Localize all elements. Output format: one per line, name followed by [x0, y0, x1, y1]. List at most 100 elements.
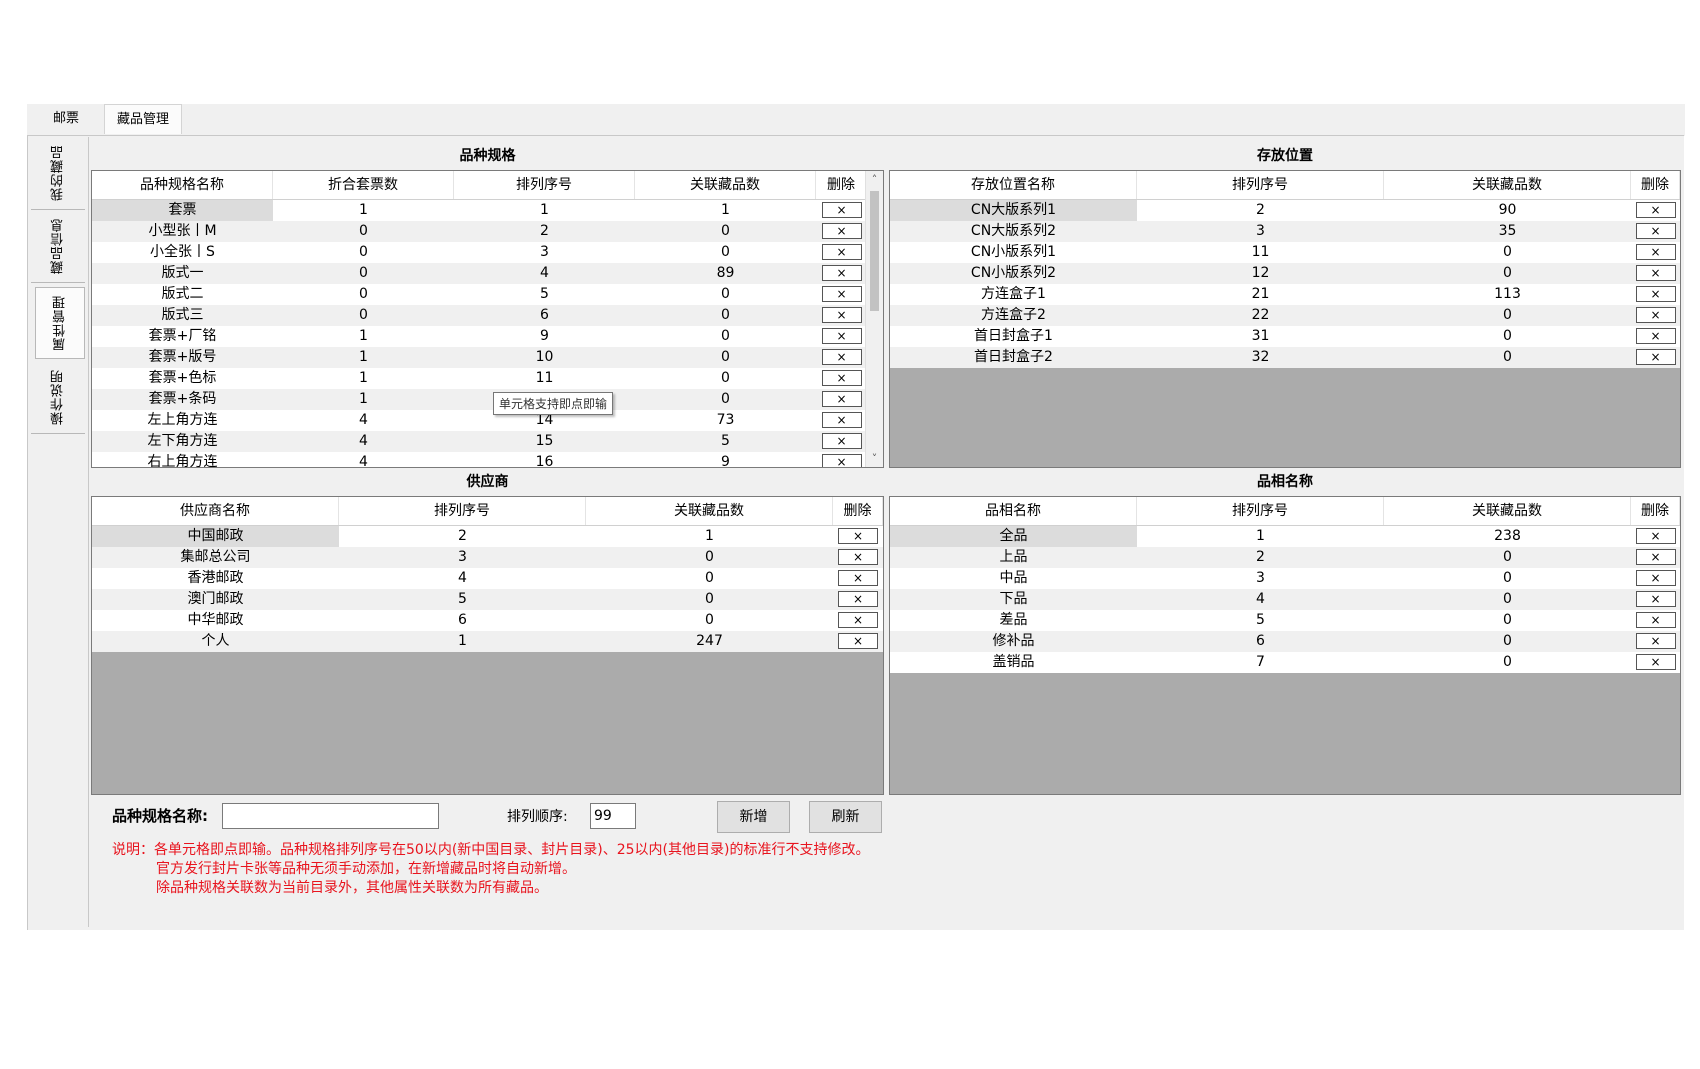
- supplier-cell[interactable]: 中华邮政: [92, 610, 339, 631]
- delete-row-button[interactable]: ×: [821, 349, 862, 365]
- supplier-cell[interactable]: 4: [339, 568, 586, 589]
- supplier-cell[interactable]: 香港邮政: [92, 568, 339, 589]
- storage-col-header[interactable]: 存放位置名称: [890, 171, 1137, 199]
- supplier-cell[interactable]: 0: [586, 589, 833, 610]
- storage-cell[interactable]: 11: [1137, 242, 1384, 263]
- delete-row-button[interactable]: ×: [838, 549, 878, 565]
- variety-cell[interactable]: 0: [273, 284, 454, 305]
- condition-cell[interactable]: 6: [1137, 631, 1384, 652]
- condition-table-row[interactable]: 下品 4 0 ×: [890, 589, 1680, 610]
- storage-cell[interactable]: CN小版系列2: [890, 263, 1137, 284]
- storage-cell[interactable]: 12: [1137, 263, 1384, 284]
- condition-cell[interactable]: 修补品: [890, 631, 1137, 652]
- condition-cell[interactable]: 差品: [890, 610, 1137, 631]
- variety-name-input[interactable]: [222, 803, 439, 829]
- condition-cell[interactable]: 全品: [890, 526, 1137, 547]
- delete-row-button[interactable]: ×: [1635, 349, 1676, 365]
- storage-table-row[interactable]: CN大版系列1 2 90 ×: [890, 200, 1680, 221]
- storage-cell[interactable]: 0: [1384, 242, 1631, 263]
- delete-row-button[interactable]: ×: [838, 612, 878, 628]
- condition-cell[interactable]: 238: [1384, 526, 1631, 547]
- delete-row-button[interactable]: ×: [821, 391, 862, 407]
- variety-cell[interactable]: 4: [273, 431, 454, 452]
- supplier-cell[interactable]: 1: [339, 631, 586, 652]
- delete-row-button[interactable]: ×: [821, 202, 862, 218]
- storage-cell[interactable]: 32: [1137, 347, 1384, 368]
- condition-col-header[interactable]: 品相名称: [890, 497, 1137, 525]
- delete-row-button[interactable]: ×: [1635, 286, 1676, 302]
- variety-cell[interactable]: 15: [454, 431, 635, 452]
- variety-cell[interactable]: 套票+版号: [92, 347, 273, 368]
- supplier-cell[interactable]: 1: [586, 526, 833, 547]
- delete-row-button[interactable]: ×: [1635, 223, 1676, 239]
- condition-cell[interactable]: 0: [1384, 589, 1631, 610]
- storage-cell[interactable]: 90: [1384, 200, 1631, 221]
- delete-row-button[interactable]: ×: [1635, 591, 1676, 607]
- storage-table-row[interactable]: CN小版系列2 12 0 ×: [890, 263, 1680, 284]
- add-button[interactable]: 新增: [717, 801, 790, 833]
- storage-cell[interactable]: 方连盒子1: [890, 284, 1137, 305]
- supplier-cell[interactable]: 集邮总公司: [92, 547, 339, 568]
- variety-col-header[interactable]: 品种规格名称: [92, 171, 273, 199]
- variety-table-row[interactable]: 套票+条码 1 0 ×: [92, 389, 867, 410]
- condition-cell[interactable]: 中品: [890, 568, 1137, 589]
- condition-table-row[interactable]: 盖销品 7 0 ×: [890, 652, 1680, 673]
- condition-cell[interactable]: 7: [1137, 652, 1384, 673]
- condition-cell[interactable]: 0: [1384, 631, 1631, 652]
- variety-cell[interactable]: 2: [454, 221, 635, 242]
- supplier-table-row[interactable]: 中华邮政 6 0 ×: [92, 610, 883, 631]
- variety-cell[interactable]: 4: [273, 452, 454, 467]
- tab-stamps[interactable]: 邮票: [38, 104, 94, 133]
- delete-row-button[interactable]: ×: [821, 244, 862, 260]
- variety-cell[interactable]: 5: [635, 431, 816, 452]
- supplier-cell[interactable]: 澳门邮政: [92, 589, 339, 610]
- variety-cell[interactable]: 版式二: [92, 284, 273, 305]
- delete-row-button[interactable]: ×: [1635, 528, 1676, 544]
- storage-cell[interactable]: 0: [1384, 263, 1631, 284]
- storage-table-row[interactable]: 方连盒子2 22 0 ×: [890, 305, 1680, 326]
- delete-row-button[interactable]: ×: [1635, 202, 1676, 218]
- variety-table-row[interactable]: 套票+版号 1 10 0 ×: [92, 347, 867, 368]
- variety-col-header[interactable]: 删除: [816, 171, 867, 199]
- storage-cell[interactable]: 首日封盒子2: [890, 347, 1137, 368]
- variety-cell[interactable]: 套票: [92, 200, 273, 221]
- delete-row-button[interactable]: ×: [821, 433, 862, 449]
- variety-cell[interactable]: 0: [635, 347, 816, 368]
- condition-cell[interactable]: 下品: [890, 589, 1137, 610]
- side-tab-my-collection[interactable]: 我的藏品: [31, 137, 85, 210]
- condition-cell[interactable]: 盖销品: [890, 652, 1137, 673]
- variety-cell[interactable]: 0: [635, 284, 816, 305]
- delete-row-button[interactable]: ×: [1635, 265, 1676, 281]
- supplier-cell[interactable]: 2: [339, 526, 586, 547]
- storage-cell[interactable]: 0: [1384, 305, 1631, 326]
- variety-cell[interactable]: 版式三: [92, 305, 273, 326]
- variety-table-row[interactable]: 右上角方连 4 16 9 ×: [92, 452, 867, 467]
- storage-cell[interactable]: 3: [1137, 221, 1384, 242]
- variety-cell[interactable]: 73: [635, 410, 816, 431]
- delete-row-button[interactable]: ×: [1635, 570, 1676, 586]
- variety-table-row[interactable]: 小全张丨S 0 3 0 ×: [92, 242, 867, 263]
- storage-cell[interactable]: 2: [1137, 200, 1384, 221]
- supplier-table-row[interactable]: 中国邮政 2 1 ×: [92, 526, 883, 547]
- delete-row-button[interactable]: ×: [1635, 549, 1676, 565]
- variety-cell[interactable]: 小型张丨M: [92, 221, 273, 242]
- condition-cell[interactable]: 3: [1137, 568, 1384, 589]
- delete-row-button[interactable]: ×: [838, 591, 878, 607]
- delete-row-button[interactable]: ×: [821, 223, 862, 239]
- condition-table-row[interactable]: 中品 3 0 ×: [890, 568, 1680, 589]
- variety-table-row[interactable]: 套票+色标 1 11 0 ×: [92, 368, 867, 389]
- supplier-table-row[interactable]: 个人 1 247 ×: [92, 631, 883, 652]
- variety-cell[interactable]: 1: [454, 200, 635, 221]
- variety-cell[interactable]: 9: [635, 452, 816, 467]
- supplier-cell[interactable]: 247: [586, 631, 833, 652]
- variety-cell[interactable]: 右上角方连: [92, 452, 273, 467]
- variety-col-header[interactable]: 折合套票数: [273, 171, 454, 199]
- supplier-cell[interactable]: 个人: [92, 631, 339, 652]
- supplier-col-header[interactable]: 删除: [833, 497, 883, 525]
- variety-cell[interactable]: 0: [273, 221, 454, 242]
- condition-col-header[interactable]: 排列序号: [1137, 497, 1384, 525]
- storage-cell[interactable]: CN小版系列1: [890, 242, 1137, 263]
- variety-cell[interactable]: 1: [273, 326, 454, 347]
- delete-row-button[interactable]: ×: [821, 286, 862, 302]
- condition-table-row[interactable]: 上品 2 0 ×: [890, 547, 1680, 568]
